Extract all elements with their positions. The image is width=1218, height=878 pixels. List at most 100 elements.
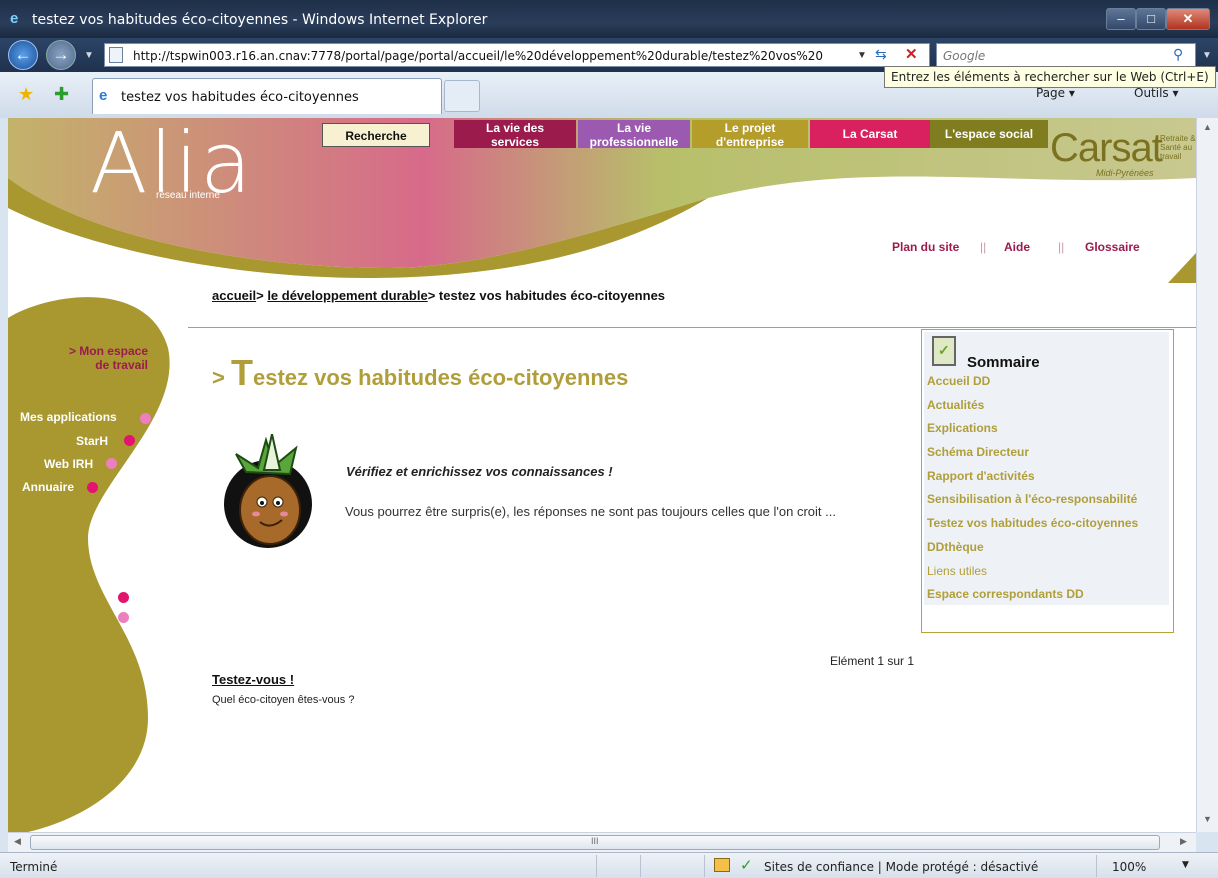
scroll-thumb[interactable]: III: [30, 835, 1160, 850]
scroll-up-icon[interactable]: ▲: [1203, 122, 1212, 132]
nav-web-irh[interactable]: Web IRH: [44, 457, 93, 471]
tab-title: testez vos habitudes éco-citoyennes: [121, 90, 359, 105]
refresh-icon[interactable]: ⇆: [875, 46, 887, 63]
mascot-illustration: [224, 434, 312, 548]
breadcrumb: accueil> le développement durable> teste…: [212, 288, 665, 303]
status-separator: [704, 855, 705, 877]
toplinks-separator: ||: [980, 240, 987, 254]
carsat-logo[interactable]: Carsat: [1050, 126, 1163, 171]
link-glossaire[interactable]: Glossaire: [1085, 240, 1140, 254]
history-dropdown-icon[interactable]: ▼: [84, 50, 94, 61]
favorites-star-icon[interactable]: ★: [18, 84, 34, 105]
vertical-scrollbar[interactable]: ▲ ▼: [1196, 118, 1218, 832]
menu-recherche-label: Recherche: [345, 129, 407, 143]
sommaire-panel: Sommaire Accueil DD Actualités Explicati…: [921, 329, 1174, 633]
tab-current[interactable]: e testez vos habitudes éco-citoyennes: [92, 78, 442, 114]
search-input[interactable]: [943, 47, 1163, 64]
title-initial: T: [230, 352, 253, 393]
alia-subtitle: réseau interne: [156, 190, 220, 201]
checklist-icon: [932, 336, 956, 366]
address-bar[interactable]: http://tspwin003.r16.an.cnav:7778/portal…: [104, 43, 930, 67]
decorative-dot: [118, 612, 129, 623]
sommaire-item-explications[interactable]: Explications: [927, 421, 1138, 445]
title-bar: e testez vos habitudes éco-citoyennes - …: [0, 0, 1218, 38]
body-text: Vous pourrez être surpris(e), les répons…: [345, 504, 836, 519]
search-tooltip: Entrez les éléments à rechercher sur le …: [884, 66, 1216, 88]
grip-icon: III: [591, 836, 599, 846]
sommaire-item-sensibilisation[interactable]: Sensibilisation à l'éco-responsabilité: [927, 492, 1138, 516]
title-rest: estez vos habitudes éco-citoyennes: [252, 365, 629, 390]
page-title: > Testez vos habitudes éco-citoyennes: [212, 352, 628, 394]
ie-logo-icon: e: [10, 10, 19, 27]
menu-label-line2: services: [490, 135, 540, 149]
menu-recherche[interactable]: Recherche: [322, 123, 430, 147]
page-menu[interactable]: Page ▾: [1036, 86, 1075, 100]
breadcrumb-home[interactable]: accueil: [212, 288, 256, 303]
sommaire-item-liens[interactable]: Liens utiles: [927, 564, 1138, 588]
menu-vie-professionnelle[interactable]: La vie professionnelle: [578, 120, 690, 148]
sommaire-inner: Sommaire Accueil DD Actualités Explicati…: [924, 332, 1169, 605]
status-separator: [1096, 855, 1097, 877]
browser-window: e testez vos habitudes éco-citoyennes - …: [0, 0, 1218, 878]
search-box[interactable]: ⚲: [936, 43, 1196, 67]
url-text[interactable]: http://tspwin003.r16.an.cnav:7778/portal…: [133, 49, 823, 63]
scroll-left-icon[interactable]: ◀: [14, 836, 21, 847]
forward-button[interactable]: →: [46, 40, 76, 70]
sommaire-list: Accueil DD Actualités Explications Schém…: [927, 374, 1138, 611]
status-separator: [640, 855, 641, 877]
close-button[interactable]: ✕: [1166, 8, 1210, 30]
toplinks-separator: ||: [1058, 240, 1065, 254]
menu-vie-des-services[interactable]: La vie des services: [454, 120, 576, 148]
zoom-dropdown-icon[interactable]: ▼: [1182, 860, 1189, 870]
scroll-down-icon[interactable]: ▼: [1203, 814, 1212, 824]
security-lock-icon[interactable]: [714, 858, 730, 872]
nav-annuaire[interactable]: Annuaire: [22, 480, 74, 494]
sommaire-item-accueil[interactable]: Accueil DD: [927, 374, 1138, 398]
bullet-dot: [124, 435, 135, 446]
tools-menu[interactable]: Outils ▾: [1134, 86, 1179, 100]
mon-espace-link[interactable]: > Mon espace de travail: [54, 344, 148, 372]
page-icon: [109, 47, 123, 63]
nav-starh[interactable]: StarH: [76, 434, 108, 448]
zoom-level[interactable]: 100%: [1112, 860, 1146, 874]
trusted-check-icon: ✓: [740, 856, 753, 874]
menu-la-carsat[interactable]: La Carsat: [810, 120, 930, 148]
horizontal-scrollbar[interactable]: ◀ III ▶: [8, 832, 1196, 852]
bullet-dot: [140, 413, 151, 424]
link-aide[interactable]: Aide: [1004, 240, 1030, 254]
sommaire-item-espace[interactable]: Espace correspondants DD: [927, 587, 1138, 611]
breadcrumb-sep: >: [427, 288, 436, 303]
menu-projet-entreprise[interactable]: Le projet d'entreprise: [692, 120, 808, 148]
search-options-icon[interactable]: ▼: [1202, 50, 1212, 61]
divider: [188, 327, 1196, 328]
maximize-button[interactable]: □: [1136, 8, 1166, 30]
menu-espace-social[interactable]: L'espace social: [930, 120, 1048, 148]
link-plan-du-site[interactable]: Plan du site: [892, 240, 959, 254]
testez-vous-link[interactable]: Testez-vous !: [212, 672, 294, 687]
menu-label-line2: professionnelle: [589, 135, 679, 149]
add-favorite-icon[interactable]: ✚: [54, 84, 69, 105]
url-dropdown-icon[interactable]: ▼: [857, 50, 867, 61]
breadcrumb-section[interactable]: le développement durable: [267, 288, 427, 303]
breadcrumb-current: testez vos habitudes éco-citoyennes: [438, 288, 666, 303]
new-tab-button[interactable]: [444, 80, 480, 112]
sommaire-item-ddtheque[interactable]: DDthèque: [927, 540, 1138, 564]
sommaire-item-schema[interactable]: Schéma Directeur: [927, 445, 1138, 469]
decorative-dot: [118, 592, 129, 603]
back-button[interactable]: ←: [8, 40, 38, 70]
security-zone[interactable]: Sites de confiance | Mode protégé : désa…: [764, 860, 1038, 874]
sommaire-item-rapport[interactable]: Rapport d'activités: [927, 469, 1138, 493]
minimize-button[interactable]: –: [1106, 8, 1136, 30]
stop-icon[interactable]: ✕: [905, 45, 918, 63]
sommaire-item-actualites[interactable]: Actualités: [927, 398, 1138, 422]
lead-text: Vérifiez et enrichissez vos connaissance…: [346, 464, 613, 479]
page-viewport: Alia réseau interne Recherche La vie des…: [8, 118, 1196, 832]
sommaire-item-testez[interactable]: Testez vos habitudes éco-citoyennes: [927, 516, 1138, 540]
mon-espace-line1: > Mon espace: [68, 344, 148, 358]
sommaire-title: Sommaire: [967, 354, 1040, 371]
title-prefix: >: [212, 365, 231, 390]
scroll-right-icon[interactable]: ▶: [1180, 836, 1187, 847]
nav-mes-applications[interactable]: Mes applications: [20, 410, 117, 424]
status-separator: [596, 855, 597, 877]
search-icon[interactable]: ⚲: [1173, 46, 1183, 63]
